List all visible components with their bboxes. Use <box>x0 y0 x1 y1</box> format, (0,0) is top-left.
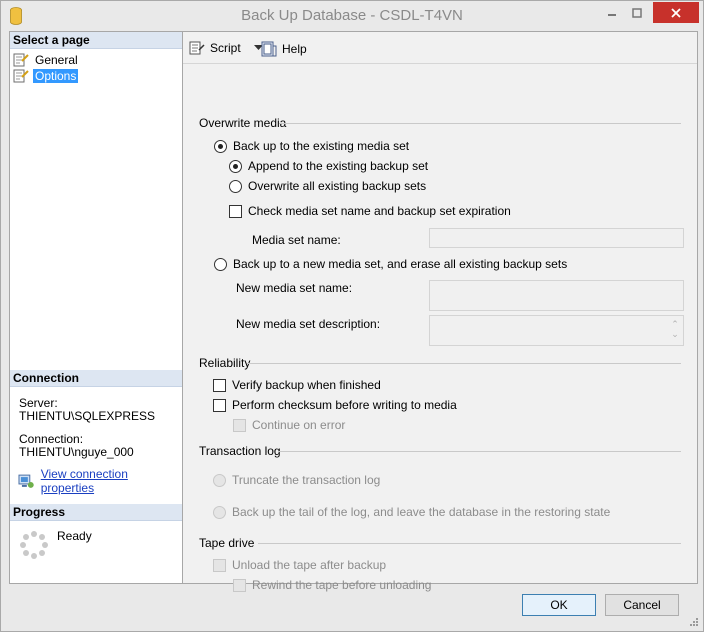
view-connection-properties-link[interactable]: View connection properties <box>41 467 182 495</box>
unload-label: Unload the tape after backup <box>232 558 387 572</box>
rewind-label: Rewind the tape before unloading <box>252 578 432 592</box>
page-item-label: General <box>35 52 78 67</box>
maximize-button[interactable] <box>622 2 652 23</box>
unload-tape-checkbox[interactable]: Unload the tape after backup <box>213 558 386 572</box>
tail-label: Back up the tail of the log, and leave t… <box>232 505 611 519</box>
progress-spinner-icon <box>20 531 48 559</box>
radio-disabled[interactable] <box>213 473 226 487</box>
page-icon <box>13 69 29 82</box>
tape-drive-title: Tape drive <box>199 536 255 550</box>
verify-backup-checkbox[interactable]: Verify backup when finished <box>213 378 381 392</box>
checksum-label: Perform checksum before writing to media <box>232 398 457 412</box>
new-media-set-name-label: New media set name: <box>236 281 353 295</box>
script-label: Script <box>210 41 241 55</box>
script-icon <box>189 41 205 55</box>
checkbox[interactable] <box>229 204 242 218</box>
truncate-label: Truncate the transaction log <box>232 473 381 487</box>
checkbox[interactable] <box>213 398 226 412</box>
new-media-set-desc-label: New media set description: <box>236 317 381 331</box>
left-pane: Select a page General Options Connection… <box>9 31 183 584</box>
help-button[interactable]: Help <box>261 41 307 57</box>
checkbox-disabled[interactable] <box>213 558 226 572</box>
check-media-set-checkbox[interactable]: Check media set name and backup set expi… <box>229 204 511 218</box>
backup-tail-radio[interactable]: Back up the tail of the log, and leave t… <box>213 505 610 519</box>
progress-status: Ready <box>57 529 92 543</box>
perform-checksum-checkbox[interactable]: Perform checksum before writing to media <box>213 398 457 412</box>
cancel-button[interactable]: Cancel <box>605 594 679 616</box>
connection-properties-icon <box>18 474 34 488</box>
page-item-options[interactable]: Options <box>13 68 79 83</box>
append-label: Append to the existing backup set <box>248 159 429 173</box>
continue-label: Continue on error <box>252 418 346 432</box>
transaction-log-title: Transaction log <box>199 444 281 458</box>
page-icon <box>13 53 29 66</box>
view-connection-properties[interactable]: View connection properties <box>18 467 182 495</box>
overwrite-backup-sets-radio[interactable]: Overwrite all existing backup sets <box>229 179 426 193</box>
progress-header: Progress <box>10 504 182 521</box>
connection-value: THIENTU\nguye_000 <box>19 445 134 459</box>
new-media-set-desc-input[interactable]: ⌃ ⌄ <box>429 315 684 346</box>
close-button[interactable] <box>653 2 699 23</box>
scroll-arrows-icon[interactable]: ⌃ ⌄ <box>670 319 680 341</box>
new-media-set-name-input[interactable] <box>429 280 684 311</box>
select-page-header: Select a page <box>10 32 182 49</box>
title-bar[interactable]: Back Up Database - CSDL-T4VN <box>1 1 703 31</box>
checkbox-disabled[interactable] <box>233 578 246 592</box>
backup-database-window: Back Up Database - CSDL-T4VN Select a pa… <box>0 0 704 632</box>
resize-grip-icon[interactable] <box>689 617 699 627</box>
media-set-name-label: Media set name: <box>252 233 341 247</box>
radio-unchecked[interactable] <box>214 257 227 271</box>
radio-disabled[interactable] <box>213 505 226 519</box>
existing-media-set-label: Back up to the existing media set <box>233 139 410 153</box>
group-divider <box>278 451 681 452</box>
minimize-icon <box>608 13 616 16</box>
page-item-label: Options <box>33 68 79 83</box>
append-backup-set-radio[interactable]: Append to the existing backup set <box>229 159 428 173</box>
maximize-icon <box>632 7 642 18</box>
group-divider <box>279 123 681 124</box>
page-item-general[interactable]: General <box>13 52 80 67</box>
group-divider <box>247 363 681 364</box>
help-label: Help <box>282 42 307 56</box>
overwrite-media-title: Overwrite media <box>199 116 287 130</box>
close-icon <box>671 7 681 18</box>
options-content: Overwrite media Back up to the existing … <box>183 65 697 592</box>
check-media-label: Check media set name and backup set expi… <box>248 204 511 218</box>
right-pane: Script Help Overwrite media Back up to t… <box>183 31 698 592</box>
server-value: THIENTU\SQLEXPRESS <box>19 409 156 423</box>
verify-label: Verify backup when finished <box>232 378 381 392</box>
reliability-title: Reliability <box>199 356 251 370</box>
script-button[interactable]: Script <box>189 41 263 55</box>
new-media-set-label: Back up to a new media set, and erase al… <box>233 257 568 271</box>
new-media-set-radio[interactable]: Back up to a new media set, and erase al… <box>214 257 567 271</box>
checkbox[interactable] <box>213 378 226 392</box>
continue-on-error-checkbox[interactable]: Continue on error <box>233 418 345 432</box>
connection-header: Connection <box>10 370 182 387</box>
media-set-name-input[interactable] <box>429 228 684 248</box>
checkbox-disabled[interactable] <box>233 418 246 432</box>
rewind-tape-checkbox[interactable]: Rewind the tape before unloading <box>233 578 431 592</box>
toolbar: Script Help <box>183 32 697 64</box>
help-icon <box>261 41 277 57</box>
group-divider <box>258 543 681 544</box>
existing-media-set-radio[interactable]: Back up to the existing media set <box>214 139 409 153</box>
radio-checked[interactable] <box>229 159 242 173</box>
radio-unchecked[interactable] <box>229 179 242 193</box>
radio-checked[interactable] <box>214 139 227 153</box>
ok-button[interactable]: OK <box>522 594 596 616</box>
truncate-log-radio[interactable]: Truncate the transaction log <box>213 473 380 487</box>
overwrite-label: Overwrite all existing backup sets <box>248 179 427 193</box>
